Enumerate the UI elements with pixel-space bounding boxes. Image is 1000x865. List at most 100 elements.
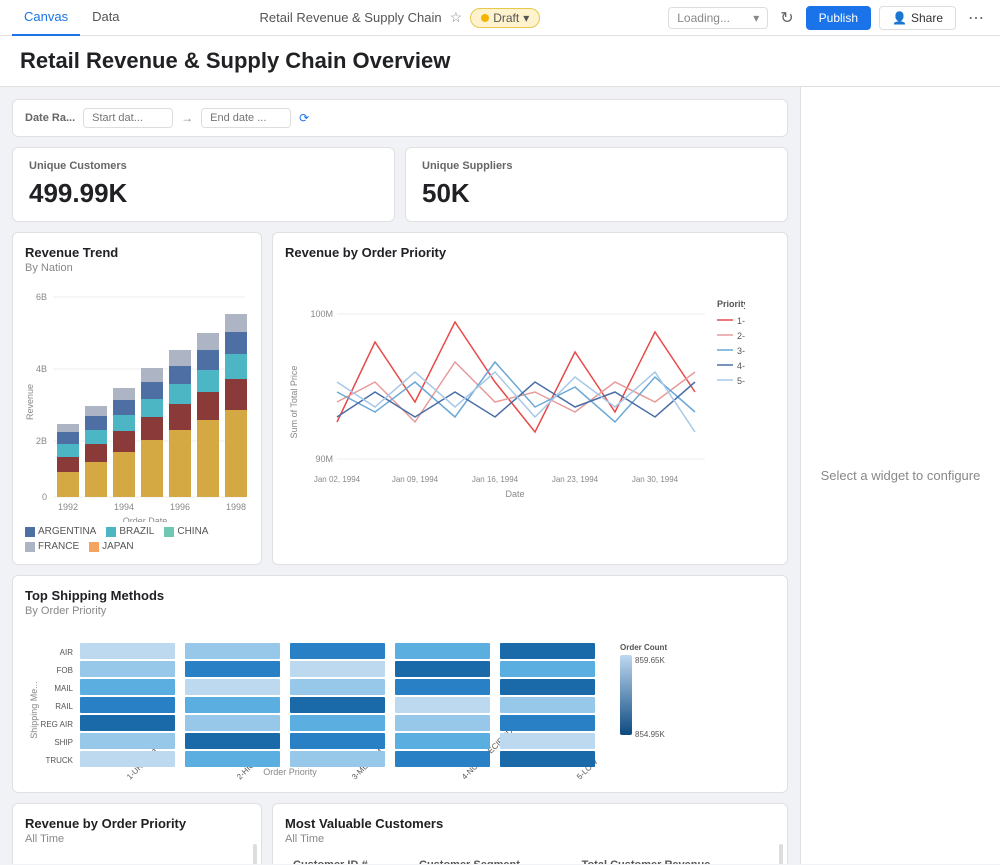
revenue-priority-panel: Revenue by Order Priority Sum of Total P… [272,232,788,565]
svg-text:Jan 23, 1994: Jan 23, 1994 [552,475,599,484]
legend-brazil: BRAZIL [106,526,154,537]
page-title-bar: Retail Revenue & Supply Chain Overview [0,36,1000,87]
col-segment: Customer Segment [411,853,574,864]
svg-text:FOB: FOB [57,666,73,675]
japan-swatch [89,542,99,552]
unique-customers-value: 499.99K [29,178,378,209]
refresh-button[interactable]: ↻ [776,4,797,32]
china-label: CHINA [177,526,208,537]
svg-text:Jan 02, 1994: Jan 02, 1994 [314,475,361,484]
donut-subtitle: All Time [25,833,249,845]
unique-customers-label: Unique Customers [29,160,378,172]
svg-text:SHIP: SHIP [54,738,73,747]
customers-table: Customer ID # Customer Segment Total Cus… [285,853,775,864]
argentina-label: ARGENTINA [38,526,96,537]
svg-text:Order Count: Order Count [620,643,667,652]
table-scroll-indicator [779,844,783,864]
svg-text:Revenue: Revenue [25,384,35,420]
svg-text:Date: Date [505,489,524,499]
revenue-trend-panel: Revenue Trend By Nation 6B 4B 2B 0 Reven… [12,232,262,565]
publish-button[interactable]: Publish [806,6,871,30]
end-date-input[interactable] [201,108,291,128]
bottom-row: Revenue by Order Priority All Time Assoc… [12,803,788,864]
svg-text:TRUCK: TRUCK [45,756,73,765]
middle-chart-row: Revenue Trend By Nation 6B 4B 2B 0 Reven… [12,232,788,565]
shipping-subtitle: By Order Priority [25,605,775,617]
svg-text:6B: 6B [36,292,47,302]
svg-text:1998: 1998 [226,502,246,512]
main-content: Date Ra... → ⟳ Unique Customers 499.99K … [0,87,1000,864]
col-revenue: Total Customer Revenue [574,853,775,864]
top-customers-panel: Most Valuable Customers All Time Custome… [272,803,788,864]
svg-text:AIR: AIR [60,648,74,657]
revenue-trend-subtitle: By Nation [25,262,249,274]
svg-text:RAIL: RAIL [55,702,73,711]
loading-select[interactable]: Loading... ▾ [668,7,768,29]
chevron-down-icon: ▾ [523,11,529,25]
svg-text:MAIL: MAIL [54,684,73,693]
svg-text:Jan 09, 1994: Jan 09, 1994 [392,475,439,484]
legend-japan: JAPAN [89,541,134,552]
svg-text:1996: 1996 [170,502,190,512]
svg-text:4-NOT SPECIFIED: 4-NOT SPECIFIED [737,361,745,371]
start-date-input[interactable] [83,108,173,128]
argentina-swatch [25,527,35,537]
svg-text:1994: 1994 [114,502,134,512]
dashboard-area: Date Ra... → ⟳ Unique Customers 499.99K … [0,87,800,864]
revenue-trend-chart: 6B 4B 2B 0 Revenue [25,282,251,522]
customers-title: Most Valuable Customers [285,816,775,831]
svg-text:Priority: Priority [717,299,745,309]
status-badge[interactable]: Draft ▾ [470,8,540,28]
unique-suppliers-label: Unique Suppliers [422,160,771,172]
canvas-tab[interactable]: Canvas [12,0,80,36]
draft-dot [481,14,489,22]
svg-text:2B: 2B [36,436,47,446]
donut-chart: Associated Revenue 20.14% [25,853,225,864]
shipping-title: Top Shipping Methods [25,588,775,603]
unique-customers-card: Unique Customers 499.99K [12,147,395,222]
svg-text:Order Date: Order Date [123,516,168,522]
unique-suppliers-value: 50K [422,178,771,209]
svg-text:Jan 16, 1994: Jan 16, 1994 [472,475,519,484]
svg-text:4B: 4B [36,364,47,374]
revenue-priority-title: Revenue by Order Priority [285,245,775,260]
share-icon: 👤 [892,11,907,25]
legend-china: CHINA [164,526,208,537]
donut-title: Revenue by Order Priority [25,816,249,831]
legend-france: FRANCE [25,541,79,552]
revenue-priority-chart: Sum of Total Price 100M 90M [285,262,745,532]
more-options-button[interactable]: ⋯ [964,4,988,32]
unique-suppliers-card: Unique Suppliers 50K [405,147,788,222]
customers-subtitle: All Time [285,833,775,845]
japan-label: JAPAN [102,541,134,552]
svg-text:3-MEDIUM: 3-MEDIUM [737,346,745,356]
svg-text:1992: 1992 [58,502,78,512]
svg-text:90M: 90M [315,454,333,464]
svg-text:0: 0 [42,492,47,502]
refresh-filter-icon[interactable]: ⟳ [299,111,309,125]
china-swatch [164,527,174,537]
svg-text:5-LOW: 5-LOW [737,376,745,386]
top-navigation: Canvas Data Retail Revenue & Supply Chai… [0,0,1000,36]
page-title: Retail Revenue & Supply Chain Overview [20,48,980,74]
nav-center: Retail Revenue & Supply Chain ☆ Draft ▾ [132,8,669,28]
svg-text:859.65K: 859.65K [635,656,665,665]
star-icon[interactable]: ☆ [450,9,463,26]
share-button[interactable]: 👤 Share [879,6,956,30]
right-config-panel: Select a widget to configure [800,87,1000,864]
order-priority-donut-panel: Revenue by Order Priority All Time Assoc… [12,803,262,864]
date-range-label: Date Ra... [25,112,75,124]
svg-text:REG AIR: REG AIR [41,720,74,729]
svg-text:Jan 30, 1994: Jan 30, 1994 [632,475,679,484]
scroll-indicator [253,844,257,864]
svg-text:854.95K: 854.95K [635,730,665,739]
svg-text:Sum of Total Price: Sum of Total Price [289,366,299,439]
nation-legend: ARGENTINA BRAZIL CHINA FRANCE [25,526,249,552]
legend-argentina: ARGENTINA [25,526,96,537]
france-label: FRANCE [38,541,79,552]
col-id: Customer ID # [285,853,411,864]
nav-right-actions: Loading... ▾ ↻ Publish 👤 Share ⋯ [668,4,988,32]
data-tab[interactable]: Data [80,0,131,36]
shipping-methods-panel: Top Shipping Methods By Order Priority S… [12,575,788,793]
arrow-icon: → [181,111,193,125]
